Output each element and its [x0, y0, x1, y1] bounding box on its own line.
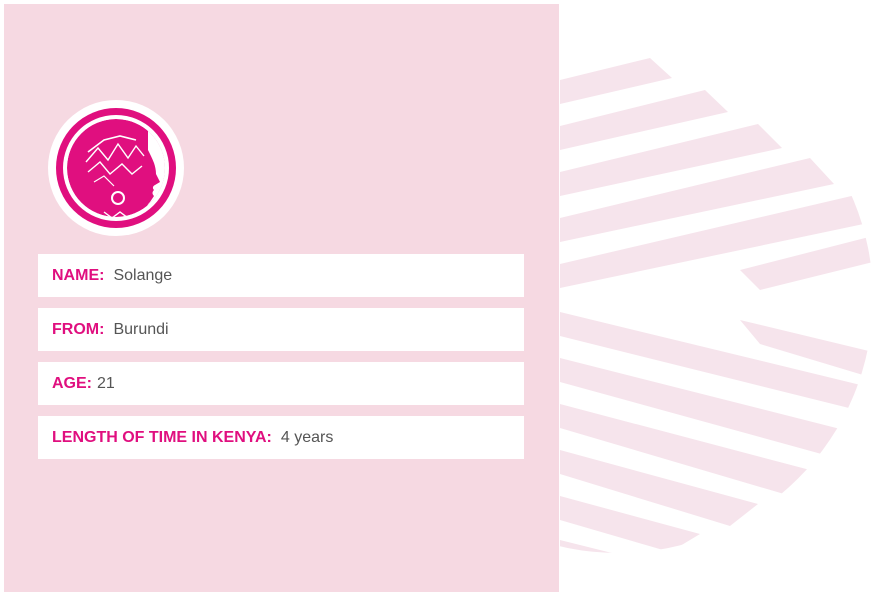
from-value: Burundi	[113, 320, 169, 338]
time-in-kenya-value: 4 years	[280, 428, 334, 446]
name-label: NAME:	[52, 266, 105, 284]
from-label: FROM:	[52, 320, 105, 338]
from-field: FROM: Burundi	[38, 308, 524, 351]
name-field: NAME: Solange	[38, 254, 524, 297]
woman-with-headwrap-icon	[56, 108, 176, 228]
age-label: AGE:	[52, 374, 92, 392]
time-in-kenya-field: LENGTH OF TIME IN KENYA: 4 years	[38, 416, 524, 459]
profile-card	[4, 4, 559, 592]
age-value: 21	[97, 374, 115, 392]
time-in-kenya-label: LENGTH OF TIME IN KENYA:	[52, 428, 272, 446]
avatar	[48, 100, 184, 236]
name-value: Solange	[113, 266, 173, 284]
age-field: AGE: 21	[38, 362, 524, 405]
